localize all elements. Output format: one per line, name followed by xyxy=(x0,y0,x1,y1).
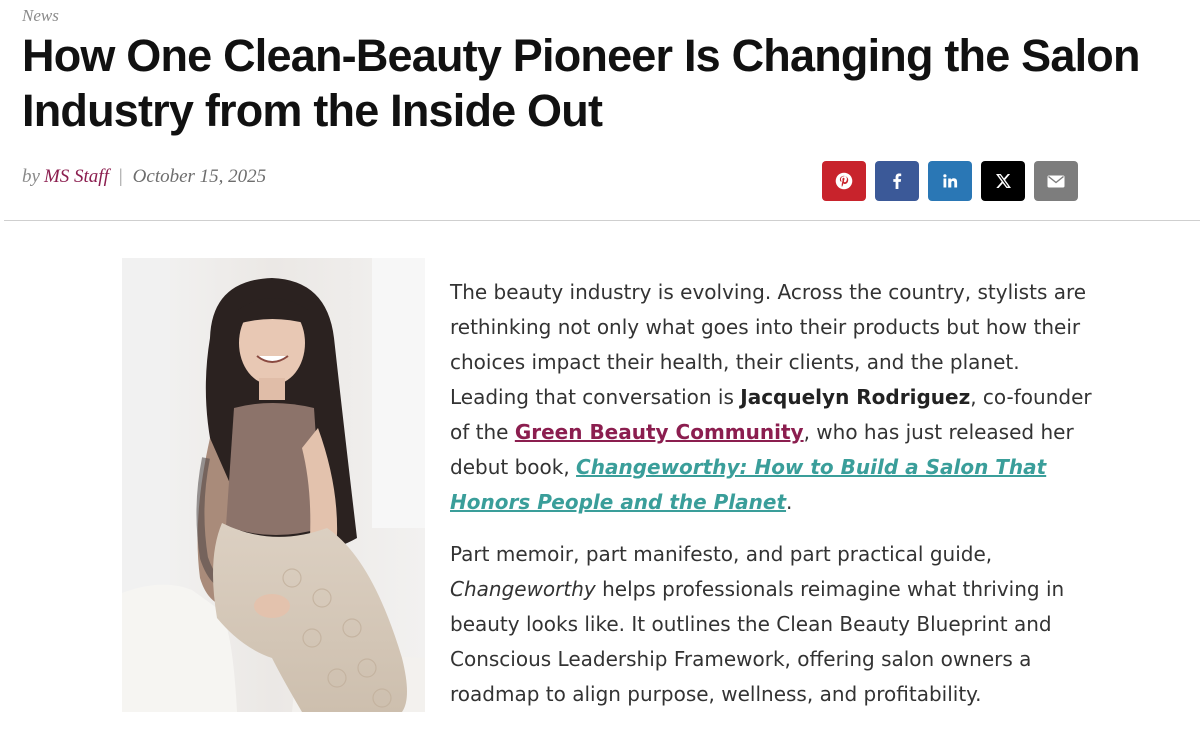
author-link[interactable]: MS Staff xyxy=(44,166,109,188)
share-pinterest-button[interactable] xyxy=(822,161,866,201)
share-email-button[interactable] xyxy=(1034,161,1078,201)
share-facebook-button[interactable] xyxy=(875,161,919,201)
email-icon xyxy=(1047,175,1065,187)
category-label[interactable]: News xyxy=(22,6,59,26)
x-icon xyxy=(995,174,1011,188)
byline: by MS Staff | October 15, 2025 xyxy=(22,166,266,188)
publish-date: October 15, 2025 xyxy=(132,166,267,187)
author-photo-illustration xyxy=(122,258,425,712)
byline-by: by xyxy=(22,166,40,187)
pinterest-icon xyxy=(835,172,853,190)
byline-separator: | xyxy=(118,166,123,187)
article-title: How One Clean-Beauty Pioneer Is Changing… xyxy=(22,30,1140,136)
share-buttons xyxy=(822,161,1078,201)
person-name: Jacquelyn Rodriguez xyxy=(740,385,971,409)
share-x-button[interactable] xyxy=(981,161,1025,201)
p1-text-4: . xyxy=(786,490,793,514)
author-photo xyxy=(122,258,425,712)
linkedin-icon xyxy=(942,174,957,188)
header-divider xyxy=(4,220,1200,221)
p2-text-1: Part memoir, part manifesto, and part pr… xyxy=(450,542,993,566)
paragraph-1: The beauty industry is evolving. Across … xyxy=(450,275,1100,520)
green-beauty-community-link[interactable]: Green Beauty Community xyxy=(515,420,804,444)
article-body: The beauty industry is evolving. Across … xyxy=(450,275,1100,729)
book-title-emphasis: Changeworthy xyxy=(450,577,596,601)
paragraph-2: Part memoir, part manifesto, and part pr… xyxy=(450,537,1100,712)
facebook-icon xyxy=(893,173,902,189)
share-linkedin-button[interactable] xyxy=(928,161,972,201)
